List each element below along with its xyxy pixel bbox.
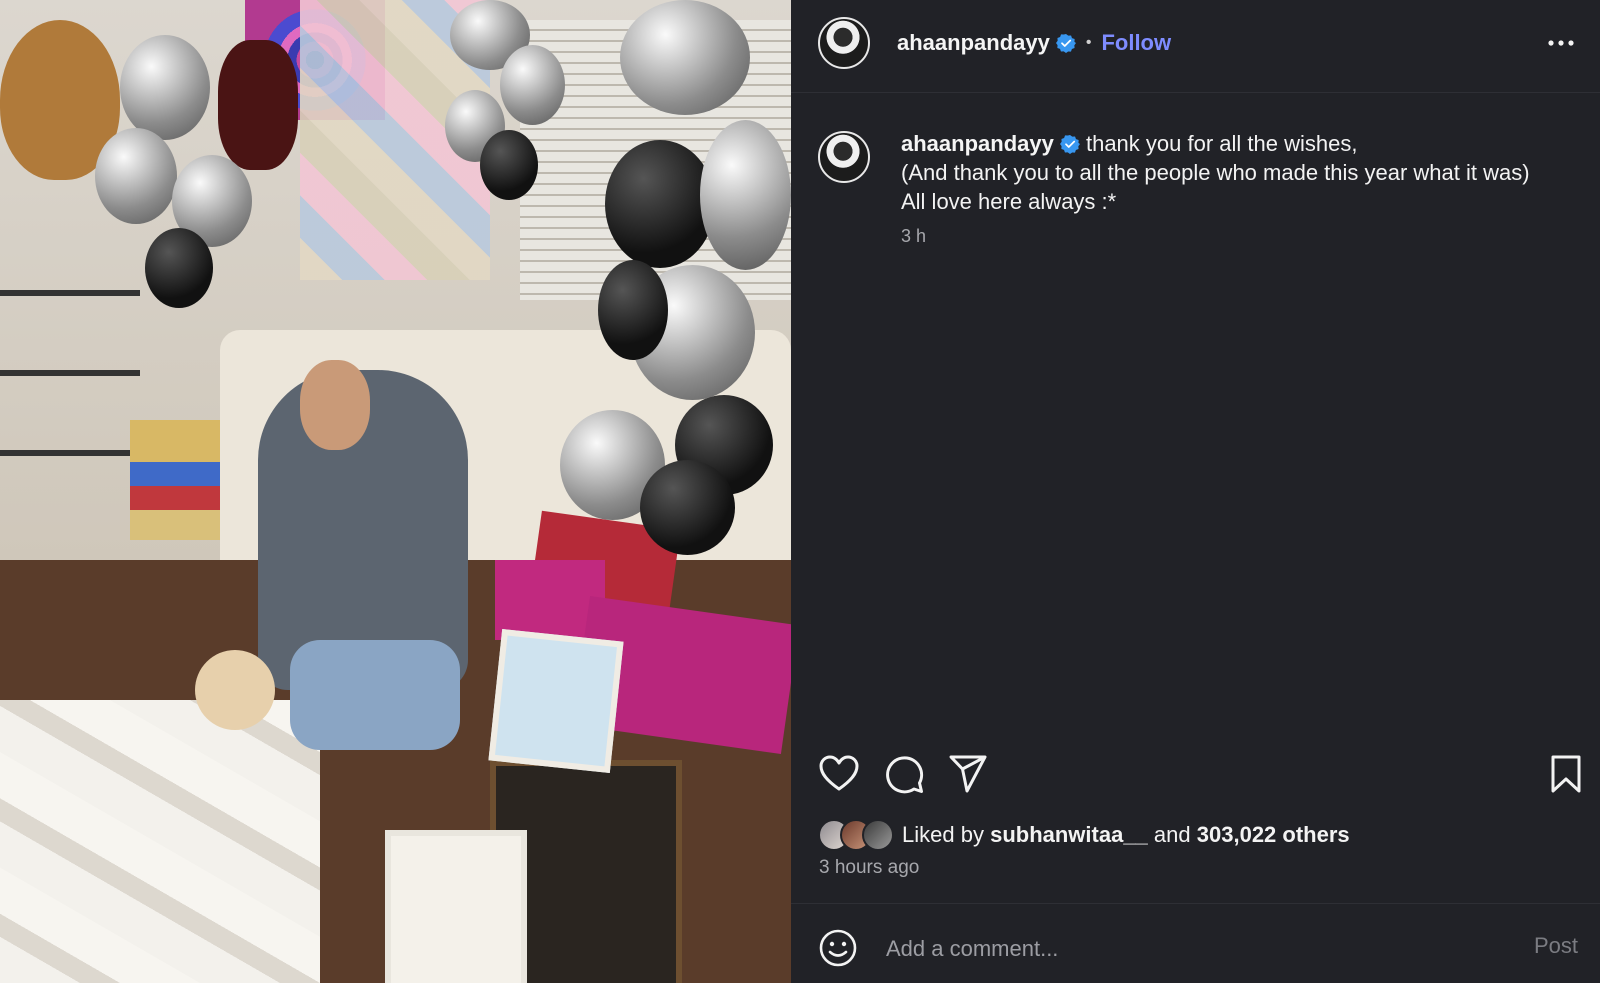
photo-balloon	[95, 128, 177, 224]
photo-balloon	[640, 460, 735, 555]
post-photo[interactable]	[0, 0, 791, 983]
caption: ahaanpandayy thank you for all the wishe…	[901, 129, 1530, 247]
likes-prefix: Liked by	[902, 822, 984, 847]
first-liker-link[interactable]: subhanwitaa__	[990, 822, 1148, 847]
photo-papers	[0, 700, 320, 983]
likes-conjunction: and	[1153, 822, 1191, 847]
photo-balloon	[145, 228, 213, 308]
caption-text-line: All love here always :*	[901, 189, 1117, 214]
likes-text: Liked by subhanwitaa__ and 303,022 other…	[902, 822, 1350, 848]
verified-badge-icon	[1059, 135, 1080, 154]
caption-avatar[interactable]	[818, 131, 870, 183]
heart-icon[interactable]	[818, 753, 860, 795]
likes-summary: Liked by subhanwitaa__ and 303,022 other…	[818, 818, 1350, 852]
caption-username[interactable]: ahaanpandayy	[901, 131, 1054, 156]
photo-gifts-left	[130, 420, 220, 540]
follow-button[interactable]: Follow	[1101, 30, 1171, 56]
liker-avatar[interactable]	[862, 819, 894, 851]
photo-shelf	[0, 290, 140, 520]
photo-balloon	[700, 120, 791, 270]
photo-balloon	[500, 45, 565, 125]
caption-text-line: thank you for all the wishes,	[1085, 131, 1358, 156]
photo-guitar-electric	[218, 40, 298, 170]
photo-frame-couple	[488, 628, 624, 774]
caption-line-1: ahaanpandayy thank you for all the wishe…	[901, 129, 1530, 158]
photo-balloon	[605, 140, 715, 268]
photo-person-face	[300, 360, 370, 450]
likes-count-link[interactable]: 303,022 others	[1197, 822, 1350, 847]
author-row: ahaanpandayy • Follow	[897, 28, 1171, 58]
post-timestamp[interactable]: 3 hours ago	[819, 857, 919, 879]
separator-dot: •	[1085, 34, 1092, 51]
smiley-icon[interactable]	[818, 928, 858, 968]
send-icon[interactable]	[947, 753, 989, 795]
comment-icon[interactable]	[883, 753, 925, 795]
bookmark-icon[interactable]	[1545, 753, 1587, 795]
comment-input[interactable]	[884, 930, 1488, 968]
author-avatar[interactable]	[818, 17, 870, 69]
verified-badge-icon	[1055, 34, 1076, 53]
photo-balloon	[120, 35, 210, 140]
more-options-icon[interactable]	[1546, 28, 1576, 58]
photo-frame-child	[385, 830, 527, 983]
photo-balloon	[598, 260, 668, 360]
photo-person-jeans	[290, 640, 460, 750]
photo-balloon	[480, 130, 538, 200]
author-username[interactable]: ahaanpandayy	[897, 30, 1050, 56]
caption-timestamp[interactable]: 3 h	[901, 226, 1530, 247]
caption-text-line: (And thank you to all the people who mad…	[901, 160, 1530, 185]
post-comment-button[interactable]: Post	[1534, 933, 1578, 959]
photo-balloon	[620, 0, 750, 115]
photo-teddy-bear	[195, 650, 275, 730]
